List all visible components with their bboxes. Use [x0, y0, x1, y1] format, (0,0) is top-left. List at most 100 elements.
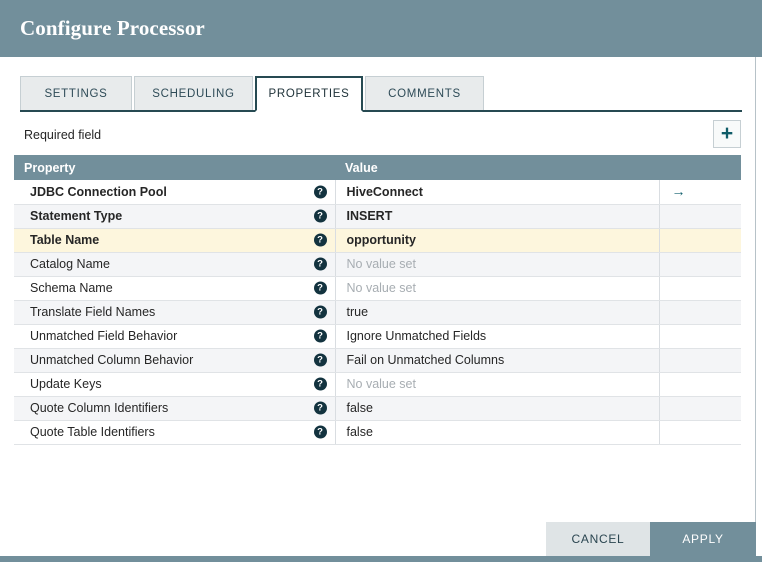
property-name-label: Unmatched Field Behavior — [30, 329, 178, 343]
help-icon[interactable]: ? — [313, 305, 327, 319]
property-value-cell[interactable]: opportunity — [335, 228, 660, 253]
property-action-cell — [659, 204, 741, 229]
property-name-label: Table Name — [30, 233, 100, 247]
property-name-label: Statement Type — [30, 209, 123, 223]
table-row[interactable]: Translate Field Names? true — [14, 300, 741, 325]
property-value-text: false — [346, 401, 373, 415]
property-name-label: Quote Table Identifiers — [30, 425, 155, 439]
property-name-cell: Statement Type? — [14, 204, 336, 229]
help-icon[interactable]: ? — [313, 353, 327, 367]
property-name-label: JDBC Connection Pool — [30, 184, 167, 199]
property-name-cell: Unmatched Column Behavior? — [14, 348, 336, 373]
property-action-cell — [659, 324, 741, 349]
property-action-cell: → — [659, 180, 741, 205]
property-value-cell[interactable]: true — [335, 300, 660, 325]
tab-settings[interactable]: SETTINGS — [20, 76, 132, 110]
property-value-cell[interactable]: No value set — [335, 372, 660, 397]
property-action-cell — [659, 276, 741, 301]
property-value-text: Ignore Unmatched Fields — [346, 329, 487, 343]
property-action-cell — [659, 300, 741, 325]
dialog-footer: CANCEL APPLY — [0, 522, 756, 556]
table-header-row: Property Value — [14, 155, 741, 180]
property-value-cell[interactable]: No value set — [335, 252, 660, 277]
property-name-cell: Update Keys? — [14, 372, 336, 397]
configure-processor-dialog: Configure Processor SETTINGS SCHEDULING … — [0, 0, 762, 562]
cancel-button[interactable]: CANCEL — [546, 522, 650, 556]
dialog-body: SETTINGS SCHEDULING PROPERTIES COMMENTS … — [0, 57, 762, 562]
property-action-cell — [659, 420, 741, 445]
property-name-cell: Schema Name? — [14, 276, 336, 301]
property-name-cell: Catalog Name? — [14, 252, 336, 277]
page-title: Configure Processor — [20, 16, 205, 40]
property-name-cell: Translate Field Names? — [14, 300, 336, 325]
property-name-cell: Quote Table Identifiers? — [14, 420, 336, 445]
property-name-cell: JDBC Connection Pool? — [14, 180, 336, 205]
property-name-label: Schema Name — [30, 281, 113, 295]
property-value-cell[interactable]: Fail on Unmatched Columns — [335, 348, 660, 373]
table-row[interactable]: Schema Name? No value set — [14, 276, 741, 301]
help-icon[interactable]: ? — [313, 209, 327, 223]
help-icon[interactable]: ? — [313, 377, 327, 391]
property-value-text: false — [346, 425, 373, 439]
property-name-cell: Unmatched Field Behavior? — [14, 324, 336, 349]
table-row[interactable]: Statement Type? INSERT — [14, 204, 741, 229]
dialog-header: Configure Processor — [0, 0, 762, 57]
table-row[interactable]: Table Name? opportunity — [14, 228, 741, 253]
help-icon[interactable]: ? — [313, 185, 327, 199]
property-value-text: opportunity — [346, 233, 416, 247]
table-head: Property Value — [14, 155, 741, 180]
property-value-text: HiveConnect — [346, 184, 423, 199]
bottom-accent-bar — [0, 556, 762, 562]
property-name-label: Translate Field Names — [30, 305, 156, 319]
plus-icon: + — [720, 121, 734, 145]
property-value-placeholder: No value set — [346, 281, 416, 295]
help-icon[interactable]: ? — [313, 257, 327, 271]
property-table: Property Value JDBC Connection Pool? Hive… — [14, 155, 741, 445]
property-value-cell[interactable]: HiveConnect — [335, 180, 660, 205]
property-value-cell[interactable]: false — [335, 420, 660, 445]
property-value-placeholder: No value set — [346, 257, 416, 271]
tab-properties[interactable]: PROPERTIES — [255, 76, 363, 112]
column-header-property[interactable]: Property — [14, 155, 335, 180]
property-value-cell[interactable]: false — [335, 396, 660, 421]
property-action-cell — [659, 372, 741, 397]
table-row[interactable]: Catalog Name? No value set — [14, 252, 741, 277]
property-value-cell[interactable]: INSERT — [335, 204, 660, 229]
property-action-cell — [659, 252, 741, 277]
column-header-value[interactable]: Value — [335, 155, 659, 180]
property-value-text: Fail on Unmatched Columns — [346, 353, 505, 367]
property-name-cell: Table Name? — [14, 228, 336, 253]
property-name-label: Update Keys — [30, 377, 102, 391]
property-action-cell — [659, 348, 741, 373]
required-field-legend: Required field — [24, 128, 102, 142]
property-name-cell: Quote Column Identifiers? — [14, 396, 336, 421]
help-icon[interactable]: ? — [313, 401, 327, 415]
help-icon[interactable]: ? — [313, 329, 327, 343]
table-row[interactable]: Quote Table Identifiers? false — [14, 420, 741, 445]
help-icon[interactable]: ? — [313, 281, 327, 295]
tab-scheduling[interactable]: SCHEDULING — [134, 76, 253, 110]
add-property-button[interactable]: + — [713, 120, 741, 148]
property-value-placeholder: No value set — [346, 377, 416, 391]
tab-strip: SETTINGS SCHEDULING PROPERTIES COMMENTS — [20, 76, 742, 112]
go-to-service-arrow-icon[interactable]: → — [672, 184, 686, 198]
apply-button[interactable]: APPLY — [650, 522, 756, 556]
tab-comments[interactable]: COMMENTS — [365, 76, 484, 110]
property-value-cell[interactable]: No value set — [335, 276, 660, 301]
property-value-text: INSERT — [346, 209, 393, 223]
table-row[interactable]: Unmatched Column Behavior? Fail on Unmatc… — [14, 348, 741, 373]
property-name-label: Quote Column Identifiers — [30, 401, 169, 415]
table-row[interactable]: Update Keys? No value set — [14, 372, 741, 397]
column-header-actions — [659, 155, 741, 180]
property-value-text: true — [346, 305, 369, 319]
table-row[interactable]: JDBC Connection Pool? HiveConnect → — [14, 180, 741, 205]
page-right-edge — [755, 57, 756, 554]
table-row[interactable]: Quote Column Identifiers? false — [14, 396, 741, 421]
help-icon[interactable]: ? — [313, 425, 327, 439]
property-name-label: Unmatched Column Behavior — [30, 353, 194, 367]
property-action-cell — [659, 396, 741, 421]
property-action-cell — [659, 228, 741, 253]
help-icon[interactable]: ? — [313, 233, 327, 247]
property-value-cell[interactable]: Ignore Unmatched Fields — [335, 324, 660, 349]
table-row[interactable]: Unmatched Field Behavior? Ignore Unmatche… — [14, 324, 741, 349]
